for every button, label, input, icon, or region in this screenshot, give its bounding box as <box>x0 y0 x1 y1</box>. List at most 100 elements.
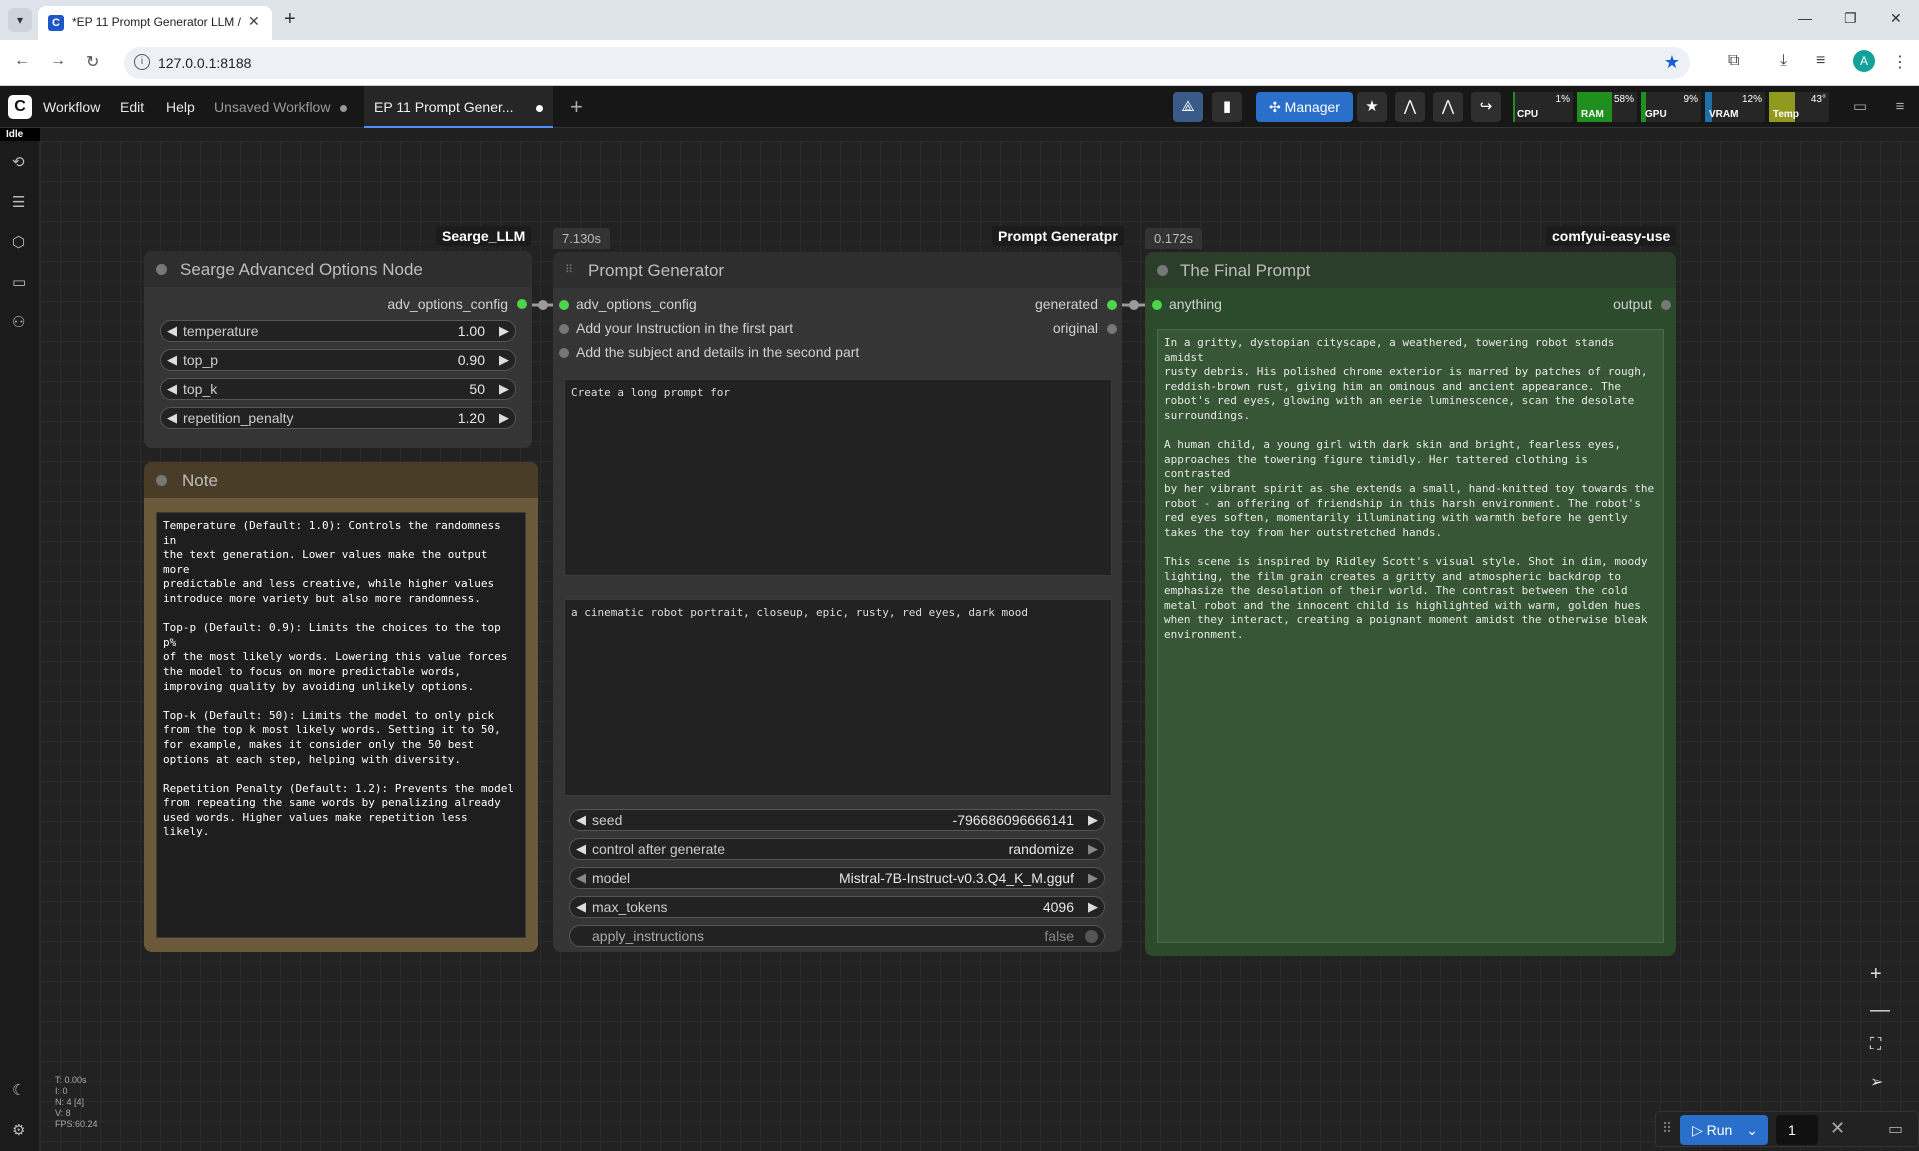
add-workflow-tab-icon[interactable]: + <box>570 94 583 120</box>
tab-search-chevron-icon[interactable]: ▾ <box>8 8 32 32</box>
input-slot-dot[interactable] <box>559 324 569 334</box>
bookmark-icon[interactable]: ▮ <box>1212 92 1242 122</box>
close-window-icon[interactable]: ✕ <box>1890 10 1902 27</box>
widget-top-k[interactable]: ◀ top_k 50 ▶ <box>160 378 516 400</box>
workflow-tab-unsaved[interactable]: Unsaved Workflow <box>204 86 357 128</box>
fit-view-icon[interactable]: ⛶ <box>1870 1036 1881 1054</box>
instruction-textarea[interactable]: Create a long prompt for <box>564 379 1112 576</box>
download-icon[interactable]: ⤓ <box>1780 52 1787 70</box>
widget-temperature[interactable]: ◀ temperature 1.00 ▶ <box>160 320 516 342</box>
zoom-out-icon[interactable]: — <box>1870 999 1890 1022</box>
decrement-arrow-icon[interactable]: ◀ <box>167 352 177 368</box>
settings-gear-icon[interactable]: ⚙ <box>12 1121 25 1139</box>
comfy-logo-icon[interactable]: C <box>8 95 32 119</box>
workflow-tab-ep11[interactable]: EP 11 Prompt Gener... <box>364 86 553 128</box>
output-slot-dot[interactable] <box>517 299 527 309</box>
node-library-cube-icon[interactable]: ⬡ <box>12 233 25 251</box>
lab-icon-a[interactable]: ⋀ <box>1395 92 1425 122</box>
increment-arrow-icon[interactable]: ▶ <box>1088 812 1098 828</box>
prompt-generator-node[interactable]: ⠿ Prompt Generator adv_options_config Ad… <box>553 252 1122 952</box>
batch-count-input[interactable]: 1 <box>1776 1115 1818 1145</box>
new-tab-plus-icon[interactable]: + <box>284 8 296 31</box>
output-slot-dot[interactable] <box>1661 300 1671 310</box>
share-arrow-icon[interactable]: ↪ <box>1471 92 1501 122</box>
widget-apply-instructions-toggle[interactable]: apply_instructions false <box>569 925 1105 947</box>
node-title-bar[interactable]: ⠿ Prompt Generator <box>553 252 1122 288</box>
bookmark-star-icon[interactable]: ★ <box>1664 52 1680 73</box>
advanced-options-node[interactable]: Searge Advanced Options Node adv_options… <box>144 251 532 448</box>
reload-icon[interactable]: ↻ <box>86 52 99 72</box>
collapse-dot-icon[interactable] <box>156 475 167 486</box>
forward-arrow-icon[interactable]: → <box>50 52 66 70</box>
input-slot-dot[interactable] <box>559 300 569 310</box>
run-mode-chevron-icon[interactable]: ⌄ <box>1746 1115 1758 1145</box>
increment-arrow-icon[interactable]: ▶ <box>1088 870 1098 886</box>
node-title-bar[interactable]: Searge Advanced Options Node <box>144 251 532 287</box>
back-arrow-icon[interactable]: ← <box>14 52 30 70</box>
queue-list-icon[interactable]: ☰ <box>12 193 25 211</box>
panel-toggle-icon[interactable]: ▭ <box>1845 92 1875 122</box>
media-queue-icon[interactable]: ≡ <box>1816 52 1825 70</box>
run-button[interactable]: ▷ Run ⌄ <box>1680 1115 1768 1145</box>
decrement-arrow-icon[interactable]: ◀ <box>576 870 586 886</box>
workflows-folder-icon[interactable]: ▭ <box>12 273 26 291</box>
increment-arrow-icon[interactable]: ▶ <box>1088 899 1098 915</box>
increment-arrow-icon[interactable]: ▶ <box>1088 841 1098 857</box>
close-tab-icon[interactable]: ✕ <box>248 13 260 30</box>
output-slot-dot[interactable] <box>1107 300 1117 310</box>
collapse-dot-icon[interactable] <box>1157 265 1168 276</box>
widget-max-tokens[interactable]: ◀ max_tokens 4096 ▶ <box>569 896 1105 918</box>
widget-model[interactable]: ◀ model Mistral-7B-Instruct-v0.3.Q4_K_M.gg… <box>569 867 1105 889</box>
widget-repetition-penalty[interactable]: ◀ repetition_penalty 1.20 ▶ <box>160 407 516 429</box>
zoom-in-icon[interactable]: + <box>1870 963 1882 986</box>
browser-menu-icon[interactable]: ⋮ <box>1892 52 1908 72</box>
widget-seed[interactable]: ◀ seed -796686096666141 ▶ <box>569 809 1105 831</box>
subject-textarea[interactable]: a cinematic robot portrait, closeup, epi… <box>564 599 1112 796</box>
address-bar[interactable]: i 127.0.0.1:8188 ★ <box>124 47 1690 79</box>
decrement-arrow-icon[interactable]: ◀ <box>167 410 177 426</box>
site-info-icon[interactable]: i <box>134 54 150 70</box>
select-pointer-icon[interactable]: ➢ <box>1870 1072 1883 1092</box>
drag-handle-icon[interactable]: ⠿ <box>1662 1120 1672 1137</box>
browser-tab[interactable]: C *EP 11 Prompt Generator LLM / ✕ <box>38 6 272 40</box>
cancel-icon[interactable]: ✕ <box>1830 1118 1845 1139</box>
model-library-icon[interactable]: ⚇ <box>12 313 25 331</box>
toggle-knob-icon[interactable] <box>1085 930 1098 943</box>
extensions-puzzle-icon[interactable]: ⧉ <box>1728 52 1739 70</box>
menu-workflow[interactable]: Workflow <box>43 99 100 115</box>
star-icon[interactable]: ★ <box>1357 92 1387 122</box>
widget-control-after-generate[interactable]: ◀ control after generate randomize ▶ <box>569 838 1105 860</box>
note-node[interactable]: Note Temperature (Default: 1.0): Control… <box>144 462 538 952</box>
increment-arrow-icon[interactable]: ▶ <box>499 410 509 426</box>
final-prompt-node[interactable]: The Final Prompt anything output In a gr… <box>1145 252 1676 956</box>
input-slot-dot[interactable] <box>559 348 569 358</box>
increment-arrow-icon[interactable]: ▶ <box>499 381 509 397</box>
node-title-bar[interactable]: Note <box>144 462 538 498</box>
increment-arrow-icon[interactable]: ▶ <box>499 323 509 339</box>
node-title-bar[interactable]: The Final Prompt <box>1145 252 1676 288</box>
widget-top-p[interactable]: ◀ top_p 0.90 ▶ <box>160 349 516 371</box>
decrement-arrow-icon[interactable]: ◀ <box>576 899 586 915</box>
model-share-icon[interactable]: ⟁ <box>1173 92 1203 122</box>
decrement-arrow-icon[interactable]: ◀ <box>576 841 586 857</box>
manager-button[interactable]: ✣ Manager <box>1256 92 1353 122</box>
url-text[interactable]: 127.0.0.1:8188 <box>158 55 251 71</box>
history-icon[interactable]: ⟲ <box>12 153 25 171</box>
restore-icon[interactable]: ❐ <box>1844 10 1857 27</box>
decrement-arrow-icon[interactable]: ◀ <box>576 812 586 828</box>
menu-help[interactable]: Help <box>166 99 195 115</box>
output-slot-dot[interactable] <box>1107 324 1117 334</box>
note-text[interactable]: Temperature (Default: 1.0): Controls the… <box>156 512 526 938</box>
decrement-arrow-icon[interactable]: ◀ <box>167 323 177 339</box>
hamburger-menu-icon[interactable]: ≡ <box>1885 92 1915 122</box>
lab-icon-b[interactable]: ⋀ <box>1433 92 1463 122</box>
minimize-icon[interactable]: — <box>1798 10 1812 26</box>
decrement-arrow-icon[interactable]: ◀ <box>167 381 177 397</box>
collapse-dot-icon[interactable] <box>156 264 167 275</box>
profile-avatar[interactable]: A <box>1853 50 1875 72</box>
queue-panel-icon[interactable]: ▭ <box>1888 1119 1903 1139</box>
final-prompt-text[interactable]: In a gritty, dystopian cityscape, a weat… <box>1157 329 1664 943</box>
theme-moon-icon[interactable]: ☾ <box>12 1081 25 1099</box>
menu-edit[interactable]: Edit <box>120 99 144 115</box>
drag-grid-icon[interactable]: ⠿ <box>565 265 576 276</box>
